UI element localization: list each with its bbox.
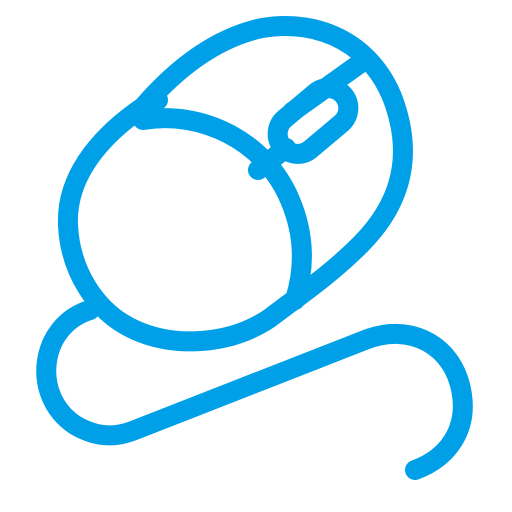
computer-mouse-icon [36, 15, 473, 480]
mouse-body [57, 15, 413, 352]
icon-canvas [0, 0, 512, 512]
mouse-seam-top [133, 90, 168, 120]
scroll-wheel [267, 78, 359, 164]
